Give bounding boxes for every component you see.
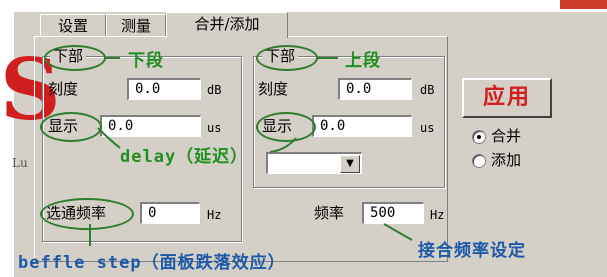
annotation-lower-segment: 下段 — [128, 51, 164, 71]
annotation-baffle-step: beffle step（面板跌落效应） — [18, 253, 286, 273]
tab-merge-add[interactable]: 合并/添加 — [166, 12, 288, 38]
annotation-delay: delay（延迟） — [120, 147, 249, 167]
annotation-upper-segment: 上段 — [345, 51, 381, 71]
annotation-crossover: 接合频率设定 — [418, 241, 526, 261]
